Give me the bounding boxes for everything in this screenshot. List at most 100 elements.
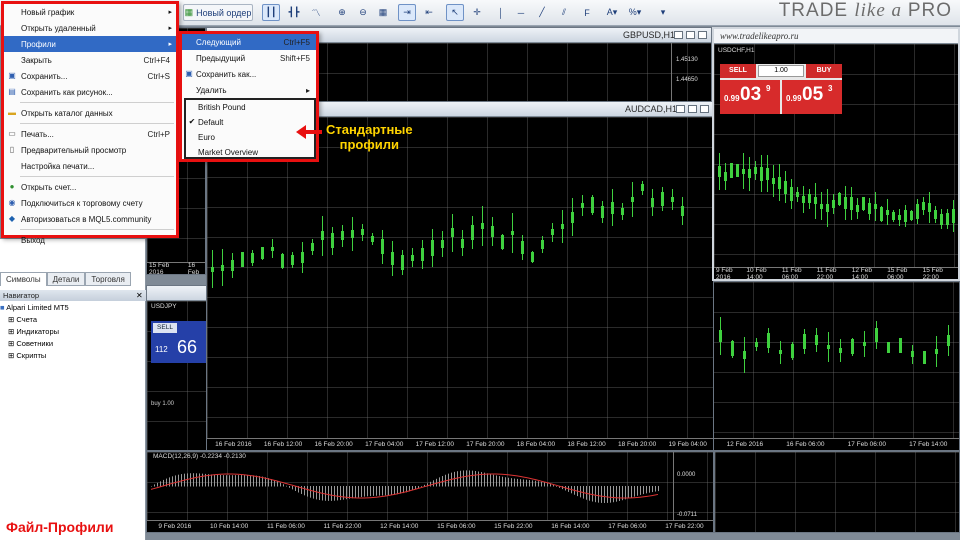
tile-windows-icon[interactable]: ▦ xyxy=(374,4,392,21)
date-label: 11 Feb 22:00 xyxy=(816,266,837,281)
candle xyxy=(935,286,938,424)
audcad-plot[interactable] xyxy=(207,117,713,438)
profile-british-pound[interactable]: British Pound xyxy=(186,100,314,115)
chart-window-usdchf[interactable]: www.tradelikeapro.ru USDCHF,H1 SELL 1.00… xyxy=(712,27,960,281)
menu-item-save-profile-as[interactable]: ▣ Сохранить как... xyxy=(182,66,316,82)
lot-size-input[interactable]: 1.00 xyxy=(758,65,804,77)
buy-button[interactable]: BUY xyxy=(806,64,842,78)
date-label: 15 Feb 2016 xyxy=(149,261,170,275)
usdchf-time-axis: 9 Feb 2016 10 Feb 14:00 11 Feb 06:00 11 … xyxy=(714,267,958,279)
objects-icon[interactable]: %▾ xyxy=(626,4,644,21)
candle xyxy=(611,137,614,424)
tree-item-scripts[interactable]: ⊞ Скрипты xyxy=(0,350,69,362)
maximize-icon[interactable] xyxy=(688,105,697,113)
candlestick-icon[interactable]: ┫┣ xyxy=(285,4,303,21)
menu-item-open-remote[interactable]: Открыть удаленный ▸ xyxy=(4,20,176,36)
menu-item-save-as-picture[interactable]: ▤ Сохранить как рисунок... xyxy=(4,84,176,100)
macd-bar xyxy=(217,474,218,487)
zoom-in-icon[interactable]: ⊕ xyxy=(333,4,351,21)
channel-icon[interactable]: ⫽ xyxy=(555,4,573,21)
macd-bar xyxy=(652,486,653,493)
fibonacci-icon[interactable]: F xyxy=(578,4,596,21)
candle xyxy=(820,124,823,253)
candle xyxy=(501,137,504,424)
chart-window-macd[interactable]: MACD(12,26,9) -0.2234 -0.2130 0.0000 -0.… xyxy=(146,451,714,533)
period-icon[interactable]: ▾ xyxy=(654,4,672,21)
tree-item-indicators[interactable]: ⊞ Индикаторы xyxy=(0,326,69,338)
horizontal-line-icon[interactable]: ─ xyxy=(512,4,530,21)
close-icon[interactable]: ✕ xyxy=(136,291,143,300)
folder-icon: ▬ xyxy=(8,108,16,117)
bar-chart-icon[interactable]: ┃┃ xyxy=(262,4,280,21)
sell-button[interactable]: SELL xyxy=(153,323,177,333)
menu-item-exit[interactable]: Выход xyxy=(4,232,176,248)
menu-item-profiles[interactable]: Профили ▸ xyxy=(4,36,176,52)
chart-shift-icon[interactable]: ⇤ xyxy=(420,4,438,21)
macd-bar xyxy=(418,486,419,489)
chart-window-usdjpy[interactable]: USDJPY SELL 112 66 buy 1.00 xyxy=(146,285,208,451)
menu-item-next-profile[interactable]: Следующий Ctrl+F5 xyxy=(182,34,316,50)
menu-item-print-setup[interactable]: Настройка печати... xyxy=(4,158,176,174)
macd-bar xyxy=(490,474,491,487)
macd-bar xyxy=(436,478,437,487)
text-tool-icon[interactable]: A▾ xyxy=(603,4,621,21)
maximize-icon[interactable] xyxy=(686,31,695,39)
macd-bar xyxy=(196,473,197,487)
macd-bar xyxy=(625,486,626,500)
window-titlebar: www.tradelikeapro.ru xyxy=(714,29,958,44)
profile-market-overview[interactable]: Market Overview xyxy=(186,145,314,160)
chart-window-bottom-right[interactable] xyxy=(714,451,960,533)
save-icon: ▣ xyxy=(8,71,16,80)
date-label: 9 Feb 2016 xyxy=(716,266,733,281)
sell-button[interactable]: SELL xyxy=(720,64,756,78)
cursor-icon[interactable]: ↖ xyxy=(446,4,464,21)
date-label: 17 Feb 04:00 xyxy=(365,441,404,448)
tree-item-broker[interactable]: ■ Alpari Limited MT5 xyxy=(0,302,69,314)
candle xyxy=(561,137,564,424)
menu-item-close[interactable]: Закрыть Ctrl+F4 xyxy=(4,52,176,68)
profile-default[interactable]: ✔ Default xyxy=(186,115,314,130)
menu-item-delete-profile[interactable]: Удалить ▸ xyxy=(182,82,316,98)
close-icon[interactable] xyxy=(698,31,707,39)
autoscroll-icon[interactable]: ⇥ xyxy=(398,4,416,21)
line-chart-icon[interactable]: 〽 xyxy=(307,4,325,21)
minimize-icon[interactable] xyxy=(674,31,683,39)
menu-item-save[interactable]: ▣ Сохранить... Ctrl+S xyxy=(4,68,176,84)
menu-item-previous-profile[interactable]: Предыдущий Shift+F5 xyxy=(182,50,316,66)
candle xyxy=(731,286,734,424)
zoom-out-icon[interactable]: ⊖ xyxy=(354,4,372,21)
symbol-label: USDCHF,H1 xyxy=(718,47,755,54)
vertical-line-icon[interactable]: │ xyxy=(492,4,510,21)
macd-bar xyxy=(340,486,341,501)
crosshair-icon[interactable]: ✛ xyxy=(468,4,486,21)
macd-bar xyxy=(220,475,221,487)
profile-euro[interactable]: Euro xyxy=(186,130,314,145)
menu-item-open-data-folder[interactable]: ▬ Открыть каталог данных xyxy=(4,105,176,121)
usdchf-plot[interactable]: USDCHF,H1 SELL 1.00 BUY 0.99 03 9 0.99 0… xyxy=(714,44,958,267)
buy-level-label: buy 1.00 xyxy=(151,401,175,407)
tree-item-experts[interactable]: ⊞ Советники xyxy=(0,338,69,350)
close-icon[interactable] xyxy=(700,105,709,113)
macd-bar xyxy=(355,486,356,498)
menu-item-connect-account[interactable]: ◉ Подключиться к торговому счету xyxy=(4,195,176,211)
mql5-icon: ◆ xyxy=(8,214,16,223)
tab-details[interactable]: Детали xyxy=(46,272,86,286)
tab-trading[interactable]: Торговля xyxy=(85,272,131,286)
tree-item-accounts[interactable]: ⊞ Счета xyxy=(0,314,69,326)
trendline-icon[interactable]: ╱ xyxy=(533,4,551,21)
chart-window-right-lower[interactable]: 12 Feb 2016 16 Feb 06:00 17 Feb 06:00 17… xyxy=(712,281,960,451)
menu-item-print[interactable]: ▭ Печать... Ctrl+P xyxy=(4,126,176,142)
usdjpy-sell-panel[interactable]: SELL 112 66 xyxy=(151,321,207,363)
buy-price[interactable]: 0.99 05 3 xyxy=(782,80,842,114)
menu-item-new-chart[interactable]: Новый график ▸ xyxy=(4,4,176,20)
menu-item-open-account[interactable]: ● Открыть счет... xyxy=(4,179,176,195)
minimize-icon[interactable] xyxy=(676,105,685,113)
new-order-button[interactable]: ▦ Новый ордер xyxy=(183,4,253,21)
sell-price[interactable]: 0.99 03 9 xyxy=(720,80,780,114)
menu-item-mql5-login[interactable]: ◆ Авторизоваться в MQL5.community xyxy=(4,211,176,227)
candle xyxy=(671,137,674,424)
macd-bar xyxy=(379,486,380,496)
macd-bar xyxy=(478,471,479,487)
tab-symbols[interactable]: Символы xyxy=(0,272,47,286)
menu-item-print-preview[interactable]: ▯ Предварительный просмотр xyxy=(4,142,176,158)
